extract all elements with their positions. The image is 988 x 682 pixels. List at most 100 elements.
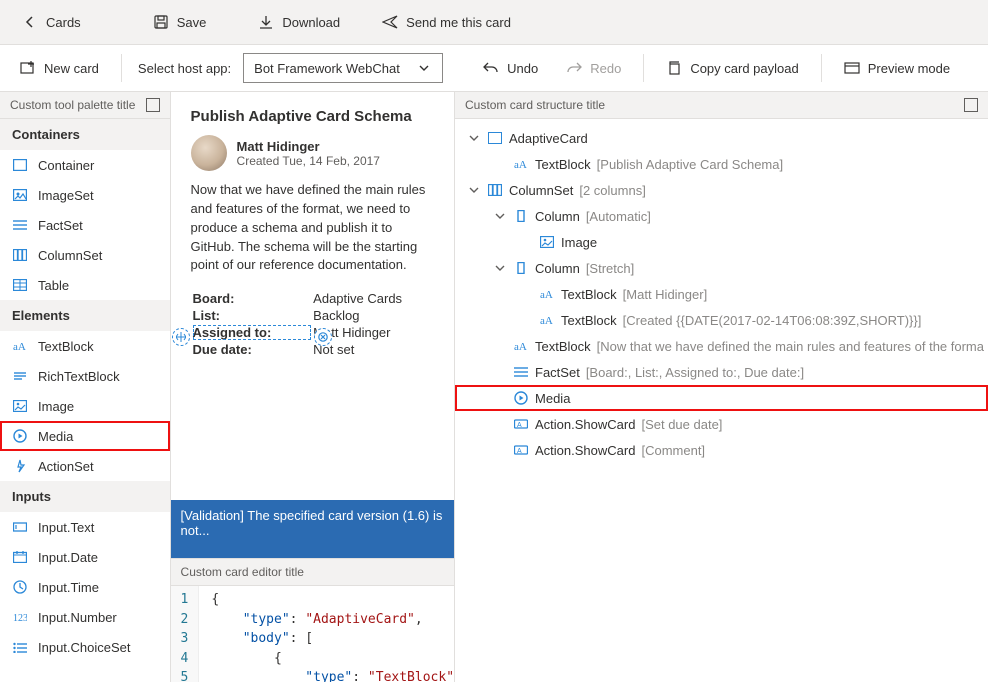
author-name: Matt Hidinger: [237, 139, 380, 154]
svg-text:123: 123: [13, 613, 27, 623]
tree-node-factset[interactable]: FactSet [Board:, List:, Assigned to:, Du…: [455, 359, 988, 385]
palette-item-input-text[interactable]: Input.Text: [0, 512, 170, 542]
new-card-button[interactable]: New card: [10, 54, 109, 82]
palette-item-input-number[interactable]: 123Input.Number: [0, 602, 170, 632]
twisty-icon[interactable]: [493, 209, 507, 223]
palette-item-richtextblock[interactable]: RichTextBlock: [0, 361, 170, 391]
palette-item-factset[interactable]: FactSet: [0, 210, 170, 240]
fact-row[interactable]: Due date:Not set: [193, 342, 432, 357]
tree-node-textblock[interactable]: aA TextBlock [Now that we have defined t…: [455, 333, 988, 359]
twisty-icon[interactable]: [467, 131, 481, 145]
tree-node-column[interactable]: Column [Stretch]: [455, 255, 988, 281]
download-button[interactable]: Download: [246, 8, 352, 36]
image-icon: [539, 234, 555, 250]
twisty-icon: [493, 417, 507, 431]
copy-payload-button[interactable]: Copy card payload: [656, 54, 808, 82]
tree-node-columnset[interactable]: ColumnSet [2 columns]: [455, 177, 988, 203]
palette-item-input-date[interactable]: Input.Date: [0, 542, 170, 572]
palette-item-label: Input.Date: [38, 550, 98, 565]
container-icon: [12, 157, 28, 173]
inputtext-icon: [12, 519, 28, 535]
tree-node-action-showcard[interactable]: A Action.ShowCard [Comment]: [455, 437, 988, 463]
columnset-icon: [12, 247, 28, 263]
palette-item-imageset[interactable]: ImageSet: [0, 180, 170, 210]
fact-row[interactable]: List:Backlog: [193, 308, 432, 323]
actionset-icon: [12, 458, 28, 474]
palette-item-actionset[interactable]: ActionSet: [0, 451, 170, 481]
palette-item-textblock[interactable]: aATextBlock: [0, 331, 170, 361]
download-icon: [258, 14, 274, 30]
palette-item-container[interactable]: Container: [0, 150, 170, 180]
preview-mode-label: Preview mode: [868, 61, 950, 76]
tree-node-column[interactable]: Column [Automatic]: [455, 203, 988, 229]
redo-button[interactable]: Redo: [556, 54, 631, 82]
tree-node-sub: [Publish Adaptive Card Schema]: [597, 157, 783, 172]
collapse-icon[interactable]: [964, 98, 978, 112]
card-icon: [487, 130, 503, 146]
move-handle-icon[interactable]: [172, 328, 190, 346]
tree-node-image[interactable]: Image: [455, 229, 988, 255]
tree-node-sub: [Now that we have defined the main rules…: [597, 339, 984, 354]
back-button[interactable]: Cards: [10, 8, 93, 36]
palette-item-input-time[interactable]: Input.Time: [0, 572, 170, 602]
tree-node-label: Media: [535, 391, 570, 406]
tree-node-sub: [Board:, List:, Assigned to:, Due date:]: [586, 365, 804, 380]
tree-node-label: TextBlock: [561, 313, 617, 328]
tree-node-label: Column: [535, 209, 580, 224]
preview-mode-button[interactable]: Preview mode: [834, 54, 960, 82]
tree-node-label: TextBlock: [535, 339, 591, 354]
tool-palette: Custom tool palette title ContainersCont…: [0, 92, 171, 682]
palette-item-columnset[interactable]: ColumnSet: [0, 240, 170, 270]
tree-node-textblock[interactable]: aA TextBlock [Created {{DATE(2017-02-14T…: [455, 307, 988, 333]
collapse-icon[interactable]: [146, 98, 160, 112]
palette-item-label: Media: [38, 429, 73, 444]
fact-value: Not set: [313, 342, 432, 357]
fact-value: Adaptive Cards: [313, 291, 432, 306]
save-button[interactable]: Save: [141, 8, 219, 36]
send-button[interactable]: Send me this card: [370, 8, 523, 36]
palette-item-label: Input.Time: [38, 580, 99, 595]
palette-item-label: Container: [38, 158, 94, 173]
undo-label: Undo: [507, 61, 538, 76]
svg-text:A: A: [517, 422, 522, 429]
validation-bar[interactable]: [Validation] The specified card version …: [171, 500, 454, 558]
palette-item-image[interactable]: Image: [0, 391, 170, 421]
author-row: Matt Hidinger Created Tue, 14 Feb, 2017: [191, 135, 434, 171]
tree-node-sub: [2 columns]: [579, 183, 645, 198]
tree-node-media[interactable]: Media: [455, 385, 988, 411]
host-app-select[interactable]: Bot Framework WebChat: [243, 53, 443, 83]
toolbar: New card Select host app: Bot Framework …: [0, 44, 988, 92]
tree-node-sub: [Automatic]: [586, 209, 651, 224]
tree-node-textblock[interactable]: aA TextBlock [Publish Adaptive Card Sche…: [455, 151, 988, 177]
twisty-icon: [519, 313, 533, 327]
svg-text:aA: aA: [13, 341, 26, 352]
structure-title: Custom card structure title: [465, 98, 605, 112]
svg-text:A: A: [517, 448, 522, 455]
palette-item-label: RichTextBlock: [38, 369, 120, 384]
tree-node-sub: [Matt Hidinger]: [623, 287, 708, 302]
undo-button[interactable]: Undo: [473, 54, 548, 82]
validation-text: [Validation] The specified card version …: [181, 508, 444, 538]
tree-node-label: FactSet: [535, 365, 580, 380]
json-editor[interactable]: 12345 { "type": "AdaptiveCard", "body": …: [171, 586, 454, 682]
twisty-icon[interactable]: [467, 183, 481, 197]
tree-node-adaptivecard[interactable]: AdaptiveCard: [455, 125, 988, 151]
palette-item-input-choiceset[interactable]: Input.ChoiceSet: [0, 632, 170, 662]
fact-row[interactable]: Assigned to:Matt Hidinger: [193, 325, 432, 340]
twisty-icon[interactable]: [493, 261, 507, 275]
palette-item-table[interactable]: Table: [0, 270, 170, 300]
tree-node-action-showcard[interactable]: A Action.ShowCard [Set due date]: [455, 411, 988, 437]
palette-section-header: Inputs: [0, 481, 170, 512]
author-created: Created Tue, 14 Feb, 2017: [237, 154, 380, 168]
text-icon: aA: [539, 286, 555, 302]
tree-node-textblock[interactable]: aA TextBlock [Matt Hidinger]: [455, 281, 988, 307]
palette-item-media[interactable]: Media: [0, 421, 170, 451]
richtextblock-icon: [12, 368, 28, 384]
fact-row[interactable]: Board:Adaptive Cards: [193, 291, 432, 306]
imageset-icon: [12, 187, 28, 203]
card-body-text: Now that we have defined the main rules …: [191, 181, 434, 275]
text-icon: aA: [539, 312, 555, 328]
twisty-icon: [493, 339, 507, 353]
twisty-icon: [493, 365, 507, 379]
save-label: Save: [177, 15, 207, 30]
